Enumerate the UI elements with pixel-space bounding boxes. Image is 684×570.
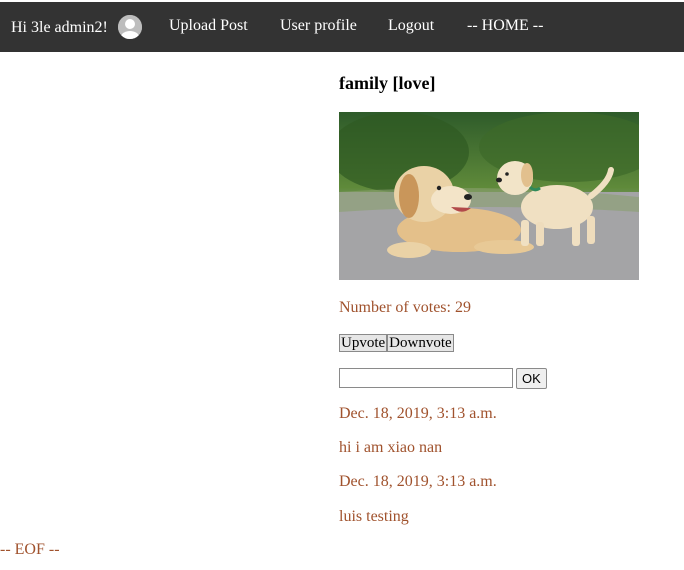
eof-marker: -- EOF -- bbox=[0, 541, 60, 558]
comment-date: Dec. 18, 2019, 3:13 a.m. bbox=[339, 405, 497, 422]
user-profile-link[interactable]: User profile bbox=[280, 17, 357, 35]
top-navbar: Hi 3le admin2! Upload Post User profile … bbox=[0, 2, 684, 52]
vote-buttons: Upvote Downvote bbox=[339, 334, 454, 352]
upload-post-link[interactable]: Upload Post bbox=[169, 17, 248, 35]
upvote-button[interactable]: Upvote bbox=[339, 334, 388, 352]
home-link[interactable]: -- HOME -- bbox=[467, 17, 543, 35]
comment-input[interactable] bbox=[339, 368, 513, 388]
user-greeting: Hi 3le admin2! bbox=[11, 19, 108, 36]
comment-text: hi i am xiao nan bbox=[339, 439, 443, 456]
submit-comment-button[interactable]: OK bbox=[516, 368, 547, 389]
logout-link[interactable]: Logout bbox=[388, 17, 434, 35]
post-title: family [love] bbox=[339, 73, 436, 93]
vote-count: Number of votes: 29 bbox=[339, 299, 471, 316]
post-photo bbox=[339, 112, 639, 280]
comment-date: Dec. 18, 2019, 3:13 a.m. bbox=[339, 473, 497, 490]
downvote-button[interactable]: Downvote bbox=[387, 334, 454, 352]
comment-text: luis testing bbox=[339, 508, 409, 525]
user-avatar-icon bbox=[118, 15, 142, 39]
